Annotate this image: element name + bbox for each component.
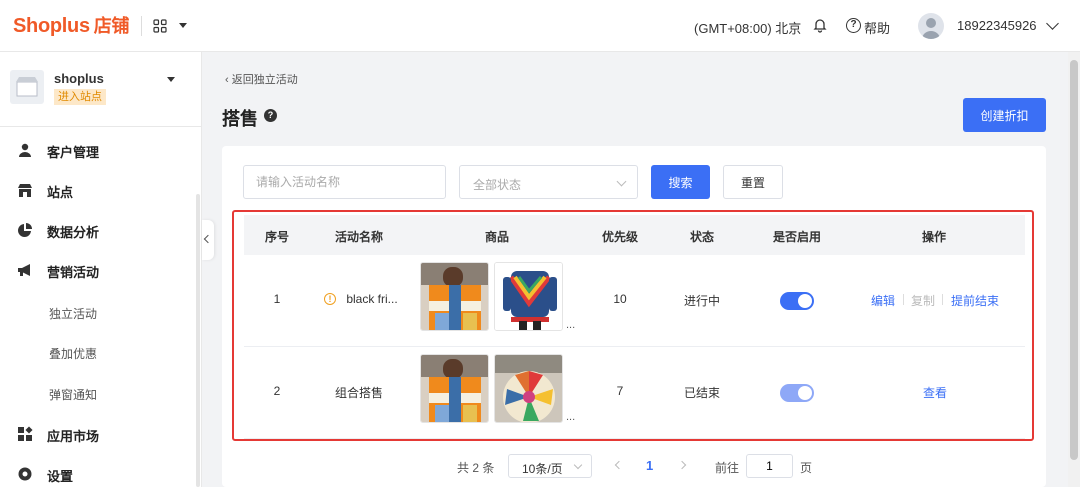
sidebar-item-label: 数据分析 — [47, 225, 100, 240]
apps-icon — [18, 426, 33, 441]
help-circle-icon[interactable]: ? — [846, 18, 861, 33]
sidebar-subitem-standalone[interactable]: 独立活动 — [49, 305, 97, 322]
apps-dropdown-caret-icon[interactable] — [179, 23, 187, 28]
status-select[interactable]: 全部状态 — [459, 165, 638, 199]
shoplus-logo[interactable]: Shoplus 店铺 — [13, 12, 130, 38]
user-icon — [19, 143, 31, 157]
sidebar-item-site[interactable]: 站点 — [0, 170, 196, 210]
sidebar-item-app-market[interactable]: 应用市场 — [0, 414, 196, 454]
sidebar-item-label: 站点 — [47, 185, 74, 200]
goto-page-input[interactable] — [746, 454, 793, 478]
avatar[interactable] — [918, 13, 944, 39]
sidebar-scrollbar[interactable] — [196, 194, 200, 487]
sidebar-subitem-stacking[interactable]: 叠加优惠 — [49, 345, 97, 362]
sidebar-item-settings[interactable]: 设置 — [0, 454, 196, 487]
logo-cn-text: 店铺 — [93, 16, 130, 36]
gear-icon — [18, 467, 32, 481]
title-help-icon[interactable]: ? — [264, 109, 277, 122]
sidebar-item-analytics[interactable]: 数据分析 — [0, 210, 196, 250]
current-page-number[interactable]: 1 — [646, 458, 653, 473]
page-size-select[interactable]: 10条/页 — [508, 454, 592, 478]
sidebar-item-label: 营销活动 — [47, 265, 100, 280]
back-link-label: 返回独立活动 — [231, 74, 298, 86]
sidebar: shoplus 进入站点 客户管理 站点 数据分析 营销活动 独立活动 叠加优惠… — [0, 52, 202, 487]
goto-unit: 页 — [800, 461, 813, 475]
pagination-total: 共 2 条 — [457, 461, 495, 475]
header-divider — [141, 16, 142, 36]
chevron-down-icon — [616, 176, 627, 187]
reset-button[interactable]: 重置 — [723, 165, 783, 199]
avatar-person-icon — [922, 18, 940, 39]
enter-site-badge[interactable]: 进入站点 — [54, 89, 106, 105]
highlight-annotation-box — [232, 210, 1034, 441]
status-select-value: 全部状态 — [473, 178, 522, 192]
chevron-left-icon: ‹ — [225, 74, 232, 86]
activity-name-search-input[interactable] — [243, 165, 446, 199]
sidebar-collapse-chevron-left-icon[interactable] — [202, 220, 214, 260]
store-icon — [18, 184, 32, 197]
timezone-label: (GMT+08:00) 北京 — [694, 21, 802, 36]
page-size-value: 10条/页 — [522, 462, 563, 476]
sidebar-item-marketing[interactable]: 营销活动 — [0, 250, 196, 290]
top-header: Shoplus 店铺 (GMT+08:00) 北京 ? 帮助 1892234592… — [0, 0, 1080, 52]
megaphone-icon — [18, 264, 30, 276]
goto-label: 前往 — [715, 461, 740, 475]
create-discount-button[interactable]: 创建折扣 — [963, 98, 1046, 132]
pie-chart-icon — [18, 223, 32, 237]
sidebar-divider — [0, 126, 201, 127]
user-phone[interactable]: 18922345926 — [957, 18, 1037, 33]
help-link[interactable]: 帮助 — [864, 18, 890, 37]
user-menu-chevron-down-icon[interactable] — [1046, 17, 1059, 30]
back-link[interactable]: ‹ 返回独立活动 — [225, 71, 298, 87]
store-logo-icon — [10, 70, 44, 104]
sidebar-item-label: 设置 — [47, 469, 74, 484]
page-title: 搭售 — [222, 109, 258, 129]
page-scrollbar[interactable] — [1068, 52, 1080, 487]
grid-apps-icon[interactable] — [153, 19, 167, 33]
sidebar-subitem-popup[interactable]: 弹窗通知 — [49, 386, 97, 403]
bell-icon[interactable] — [812, 17, 828, 33]
store-name[interactable]: shoplus — [54, 71, 104, 86]
scrollbar-thumb[interactable] — [1070, 60, 1078, 460]
sidebar-item-label: 客户管理 — [47, 145, 100, 160]
chevron-down-icon — [573, 460, 583, 470]
sidebar-item-label: 应用市场 — [47, 429, 100, 444]
logo-text: Shoplus — [13, 15, 90, 37]
store-switch-caret-icon[interactable] — [167, 77, 175, 82]
search-button[interactable]: 搜索 — [651, 165, 710, 199]
sidebar-item-customers[interactable]: 客户管理 — [0, 130, 196, 170]
